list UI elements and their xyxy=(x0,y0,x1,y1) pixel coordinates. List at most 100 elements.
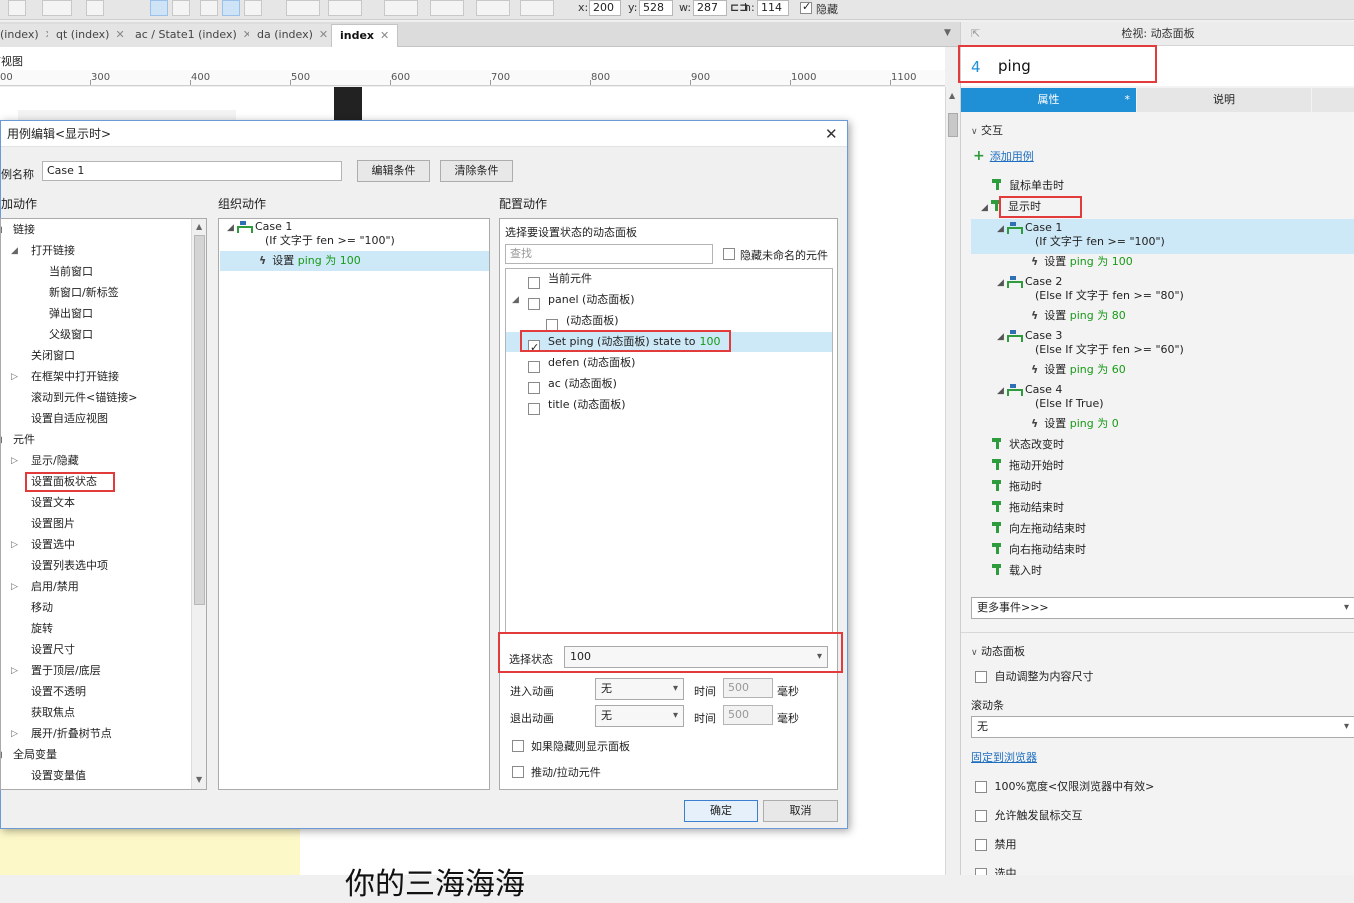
bullet-button[interactable] xyxy=(86,0,104,16)
arrow-style-button[interactable] xyxy=(520,0,554,16)
tab-index-active[interactable]: index ✕ xyxy=(331,24,399,47)
line-style-button[interactable] xyxy=(476,0,510,16)
canvas-widget-dark[interactable] xyxy=(334,87,362,120)
collapse-icon[interactable]: ◢ xyxy=(11,241,18,261)
line-color-button[interactable] xyxy=(384,0,418,16)
event-state-change[interactable]: 状态改变时 xyxy=(992,436,1064,454)
close-icon[interactable]: ✕ xyxy=(115,28,124,41)
x-input[interactable]: 200 xyxy=(589,0,621,16)
exit-time-input[interactable]: 500 xyxy=(723,705,773,725)
organize-pane[interactable]: ◢ Case 1 (If 文字于 fen >= "100") ϟ 设置 ping 为… xyxy=(218,218,490,790)
canvas-note-widget[interactable] xyxy=(0,829,300,875)
panel-checkbox[interactable] xyxy=(528,382,540,394)
ok-button[interactable]: 确定 xyxy=(684,800,758,822)
event-swipe-right[interactable]: 向右拖动结束时 xyxy=(992,541,1086,559)
cancel-button[interactable]: 取消 xyxy=(763,800,838,822)
panel-checkbox[interactable] xyxy=(528,361,540,373)
align-center-button[interactable] xyxy=(172,0,190,16)
panel-item[interactable]: ac (动态面板) xyxy=(506,374,832,394)
align-left-button[interactable] xyxy=(150,0,168,16)
org-case[interactable]: ◢ Case 1 xyxy=(227,220,292,234)
tab-notes[interactable]: 说明 xyxy=(1137,88,1311,112)
event-drag[interactable]: 拖动时 xyxy=(992,478,1042,496)
scroll-thumb[interactable] xyxy=(948,113,958,137)
expand-icon[interactable]: ▷ xyxy=(11,724,18,744)
enter-time-input[interactable]: 500 xyxy=(723,678,773,698)
case-4-action[interactable]: ϟ 设置 ping 为 0 xyxy=(1031,415,1119,433)
search-input[interactable]: 查找 xyxy=(505,244,713,264)
enter-anim-dropdown[interactable]: 无 xyxy=(595,678,684,700)
action-tree[interactable]: ◢ 链接 ◢ 打开链接当前窗口新窗口/新标签弹出窗口父级窗口关闭窗口 ▷ 在框架中打开链接… xyxy=(0,218,207,790)
panel-checkbox[interactable] xyxy=(528,277,540,289)
case-1-action[interactable]: ϟ 设置 ping 为 100 xyxy=(1031,253,1133,271)
allow-mouse-checkbox[interactable]: 允许触发鼠标交互 xyxy=(975,807,1083,825)
font-color-button[interactable] xyxy=(42,0,72,16)
expand-icon[interactable]: ▷ xyxy=(11,451,18,471)
event-load[interactable]: 载入时 xyxy=(992,562,1042,580)
valign-middle-button[interactable] xyxy=(222,0,240,16)
clear-condition-button[interactable]: 清除条件 xyxy=(440,160,513,182)
panel-item[interactable]: ◢ panel (动态面板) xyxy=(506,290,832,310)
push-widgets-checkbox[interactable] xyxy=(512,765,524,778)
close-icon[interactable]: ✕ xyxy=(319,28,328,41)
pin-to-browser-link[interactable]: 固定到浏览器 xyxy=(971,749,1037,767)
org-action[interactable]: ϟ 设置 ping 为 100 xyxy=(220,251,489,271)
event-swipe-left[interactable]: 向左拖动结束时 xyxy=(992,520,1086,538)
pin-icon[interactable]: ⇱ xyxy=(971,27,980,40)
tab-properties[interactable]: 属性 * xyxy=(961,88,1136,112)
h-input[interactable]: 114 xyxy=(757,0,789,16)
w-input[interactable]: 287 xyxy=(693,0,727,16)
y-input[interactable]: 528 xyxy=(639,0,673,16)
selected-checkbox[interactable]: 选中 xyxy=(975,865,1017,875)
valign-bottom-button[interactable] xyxy=(244,0,262,16)
panel-item[interactable]: (动态面板) xyxy=(506,311,832,331)
disabled-checkbox[interactable]: 禁用 xyxy=(975,836,1017,854)
hide-unnamed-checkbox[interactable] xyxy=(723,247,735,260)
panel-checkbox[interactable] xyxy=(528,403,540,415)
panel-item[interactable]: defen (动态面板) xyxy=(506,353,832,373)
event-drag-start[interactable]: 拖动开始时 xyxy=(992,457,1064,475)
collapse-icon[interactable]: ◢ xyxy=(1,220,2,240)
dynamic-panel-section[interactable]: ∨ 动态面板 xyxy=(971,643,1025,661)
close-icon[interactable]: ✕ xyxy=(380,29,389,42)
case-2-action[interactable]: ϟ 设置 ping 为 80 xyxy=(1031,307,1126,325)
panel-list[interactable]: 当前元件◢panel (动态面板)(动态面板)Set ping (动态面板) s… xyxy=(505,268,833,633)
canvas-widget[interactable] xyxy=(18,110,236,120)
tab-menu-icon[interactable]: ▼ xyxy=(944,28,951,38)
panel-item[interactable]: title (动态面板) xyxy=(506,395,832,415)
valign-top-button[interactable] xyxy=(200,0,218,16)
exit-anim-dropdown[interactable]: 无 xyxy=(595,705,684,727)
scroll-up-icon[interactable]: ▲ xyxy=(949,91,955,100)
width100-checkbox[interactable]: 100%宽度<仅限浏览器中有效> xyxy=(975,778,1154,796)
expand-icon[interactable]: ▷ xyxy=(11,661,18,681)
scrollbar-dropdown[interactable]: 无 xyxy=(971,716,1354,738)
canvas-scrollbar[interactable]: ▲ xyxy=(945,87,960,875)
expand-icon[interactable]: ▷ xyxy=(11,367,18,387)
collapse-icon[interactable]: ◢ xyxy=(512,290,519,310)
scroll-up-icon[interactable]: ▲ xyxy=(196,222,202,231)
hidden-checkbox[interactable] xyxy=(800,0,812,14)
tab-ac-state1[interactable]: ac / State1 (index) ✕ xyxy=(127,24,261,47)
more-events-dropdown[interactable]: 更多事件>>> xyxy=(971,597,1354,619)
edit-condition-button[interactable]: 编辑条件 xyxy=(357,160,430,182)
collapse-icon[interactable]: ◢ xyxy=(1,430,2,450)
fill-color-button[interactable] xyxy=(286,0,320,16)
canvas-large-text[interactable]: 你的三海海海 xyxy=(345,859,525,903)
shadow-button[interactable] xyxy=(328,0,362,16)
tab-qt[interactable]: qt (index) ✕ xyxy=(48,24,134,47)
underline-button[interactable] xyxy=(8,0,26,16)
event-click[interactable]: 鼠标单击时 xyxy=(992,177,1064,195)
panel-item[interactable]: 当前元件 xyxy=(506,269,832,289)
widget-name-input[interactable]: ping xyxy=(998,57,1031,75)
tab-da[interactable]: da (index) ✕ xyxy=(249,24,338,47)
scroll-thumb[interactable] xyxy=(194,235,205,605)
tree-scrollbar[interactable]: ▲ ▼ xyxy=(191,219,206,789)
case-name-input[interactable]: Case 1 xyxy=(42,161,342,181)
scroll-down-icon[interactable]: ▼ xyxy=(196,775,202,784)
tab-extra[interactable] xyxy=(1312,88,1354,112)
collapse-icon[interactable]: ◢ xyxy=(1,745,2,765)
panel-checkbox[interactable] xyxy=(528,298,540,310)
expand-icon[interactable]: ▷ xyxy=(11,535,18,555)
expand-icon[interactable]: ▷ xyxy=(11,577,18,597)
auto-fit-checkbox[interactable]: 自动调整为内容尺寸 xyxy=(975,668,1094,686)
